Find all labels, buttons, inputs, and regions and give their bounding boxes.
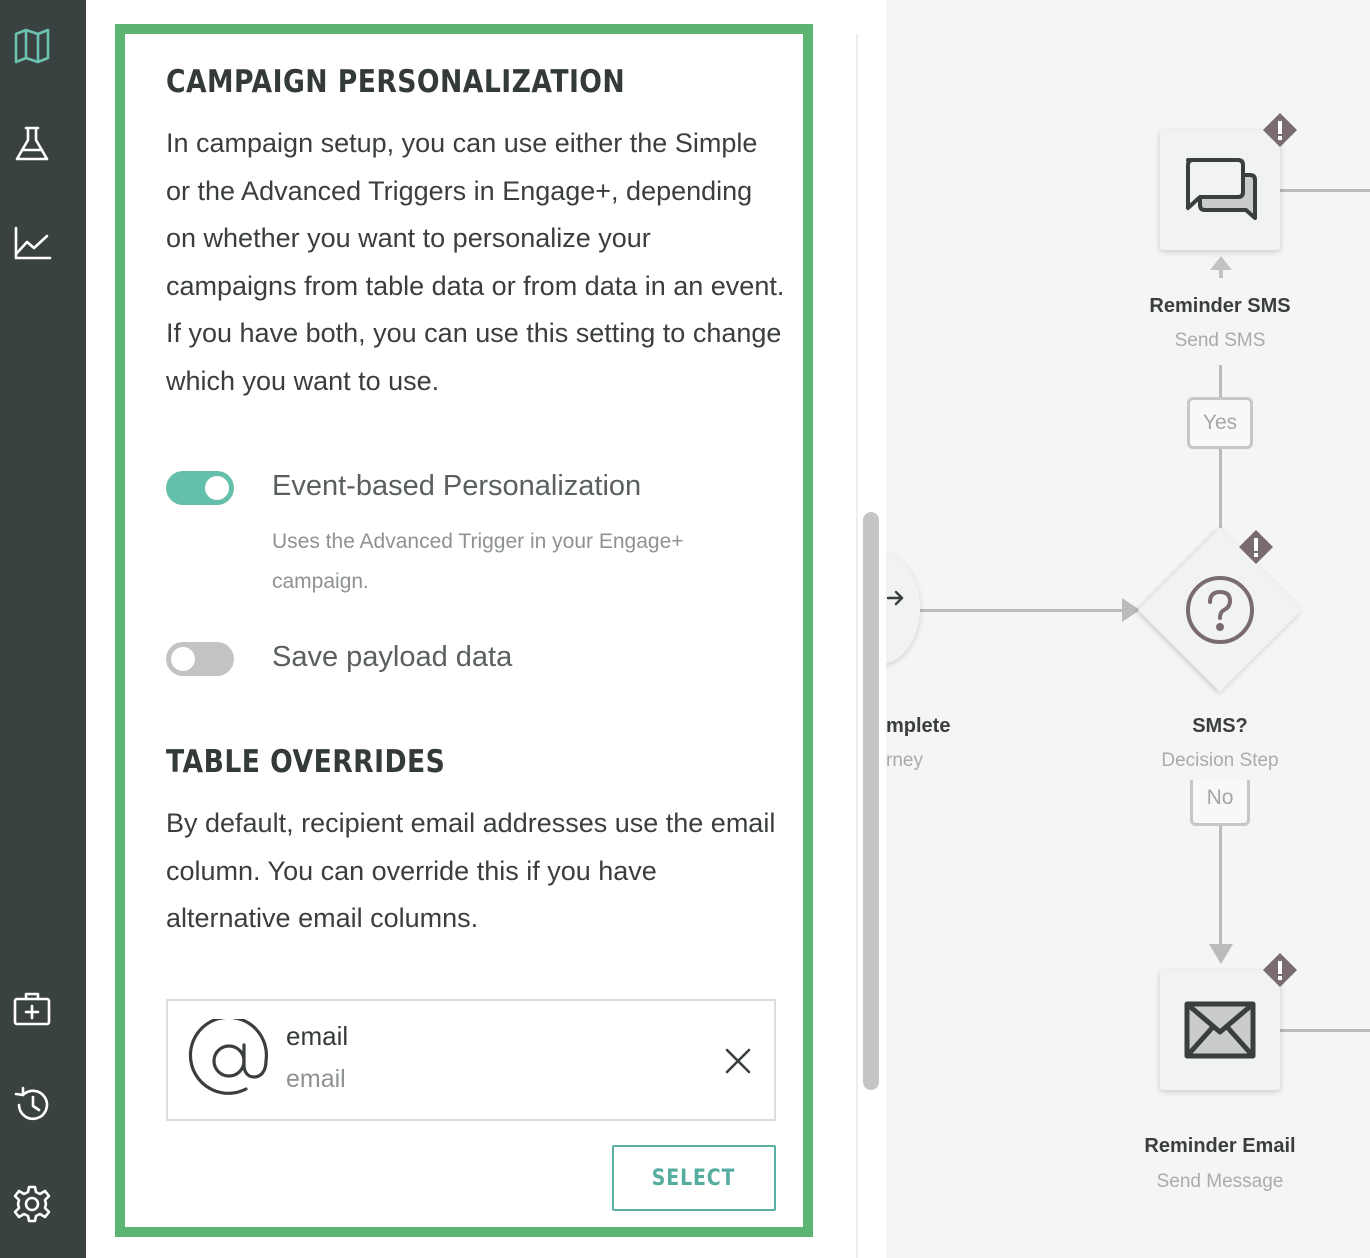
select-button[interactable]: SELECT — [612, 1145, 776, 1211]
email-column-card: email email — [166, 999, 776, 1121]
warning-icon[interactable] — [1262, 952, 1298, 988]
email-column-name: email — [286, 1021, 349, 1051]
connector-line — [1219, 448, 1222, 528]
chat-bubbles-icon — [1186, 158, 1257, 220]
reminder-email-node[interactable] — [1160, 970, 1280, 1090]
toggle-knob — [171, 647, 195, 671]
connector-line — [920, 609, 1138, 612]
select-button-label: SELECT — [652, 1165, 736, 1191]
sms-decision-subtitle: Decision Step — [1161, 750, 1279, 771]
nav-history-button[interactable] — [8, 1081, 56, 1129]
reminder-sms-subtitle: Send SMS — [1174, 330, 1266, 351]
event-personalization-help: Uses the Advanced Trigger in your Engage… — [272, 530, 684, 593]
personalization-card: CAMPAIGN PERSONALIZATION In campaign set… — [115, 24, 813, 1237]
complete-journey-node[interactable] — [886, 552, 920, 664]
connector-line — [1219, 365, 1222, 397]
reminder-sms-node[interactable] — [1160, 130, 1280, 250]
reminder-email-title: Reminder Email — [1144, 1135, 1296, 1157]
save-payload-toggle[interactable] — [166, 642, 234, 676]
warning-icon[interactable] — [1262, 112, 1298, 148]
nav-reports-button[interactable] — [8, 218, 56, 266]
settings-panel: CAMPAIGN PERSONALIZATION In campaign set… — [86, 0, 886, 1258]
history-icon — [14, 1086, 49, 1121]
email-column-subtitle: email — [286, 1065, 346, 1093]
nav-experiments-button[interactable] — [8, 120, 56, 168]
event-personalization-label: Event-based Personalization — [272, 470, 642, 502]
no-branch-label[interactable]: No — [1190, 780, 1250, 826]
warning-icon[interactable] — [1238, 529, 1274, 565]
complete-journey-subtitle: rney — [886, 750, 923, 771]
map-icon — [14, 28, 50, 64]
chart-line-icon — [14, 226, 52, 260]
arrow-down-icon — [1209, 944, 1233, 964]
panel-scrollbar-thumb[interactable] — [863, 512, 879, 1090]
medical-kit-icon — [13, 992, 51, 1026]
table-overrides-description: By default, recipient email addresses us… — [166, 808, 776, 934]
reminder-email-subtitle: Send Message — [1156, 1171, 1284, 1192]
nav-settings-button[interactable] — [8, 1180, 56, 1228]
nav-map-button[interactable] — [8, 22, 56, 70]
gear-icon — [13, 1185, 51, 1223]
flask-icon — [15, 126, 49, 161]
reminder-sms-title: Reminder SMS — [1149, 295, 1291, 317]
envelope-icon — [1184, 1001, 1256, 1059]
yes-branch-label[interactable]: Yes — [1187, 397, 1253, 449]
question-icon — [1186, 576, 1254, 644]
close-icon[interactable] — [720, 1043, 756, 1079]
toggle-knob — [205, 476, 229, 500]
complete-journey-title: mplete — [886, 715, 951, 737]
connector-line — [1219, 824, 1222, 948]
journey-canvas[interactable]: mplete rney Reminder SMS Send SMS Yes SM… — [886, 0, 1370, 1258]
table-overrides-title: TABLE OVERRIDES — [166, 744, 446, 780]
arrow-right-icon — [886, 590, 904, 606]
nav-rail — [0, 0, 86, 1258]
sms-decision-title: SMS? — [1192, 715, 1248, 737]
nav-toolkit-button[interactable] — [8, 984, 56, 1032]
event-personalization-toggle[interactable] — [166, 471, 234, 505]
at-sign-icon — [188, 1019, 269, 1095]
arrow-up-icon — [1210, 256, 1232, 278]
personalization-description: In campaign setup, you can use either th… — [166, 128, 785, 396]
connector-line — [1280, 1029, 1370, 1032]
personalization-title: CAMPAIGN PERSONALIZATION — [166, 64, 626, 100]
save-payload-label: Save payload data — [272, 641, 513, 673]
connector-line — [1280, 189, 1370, 192]
